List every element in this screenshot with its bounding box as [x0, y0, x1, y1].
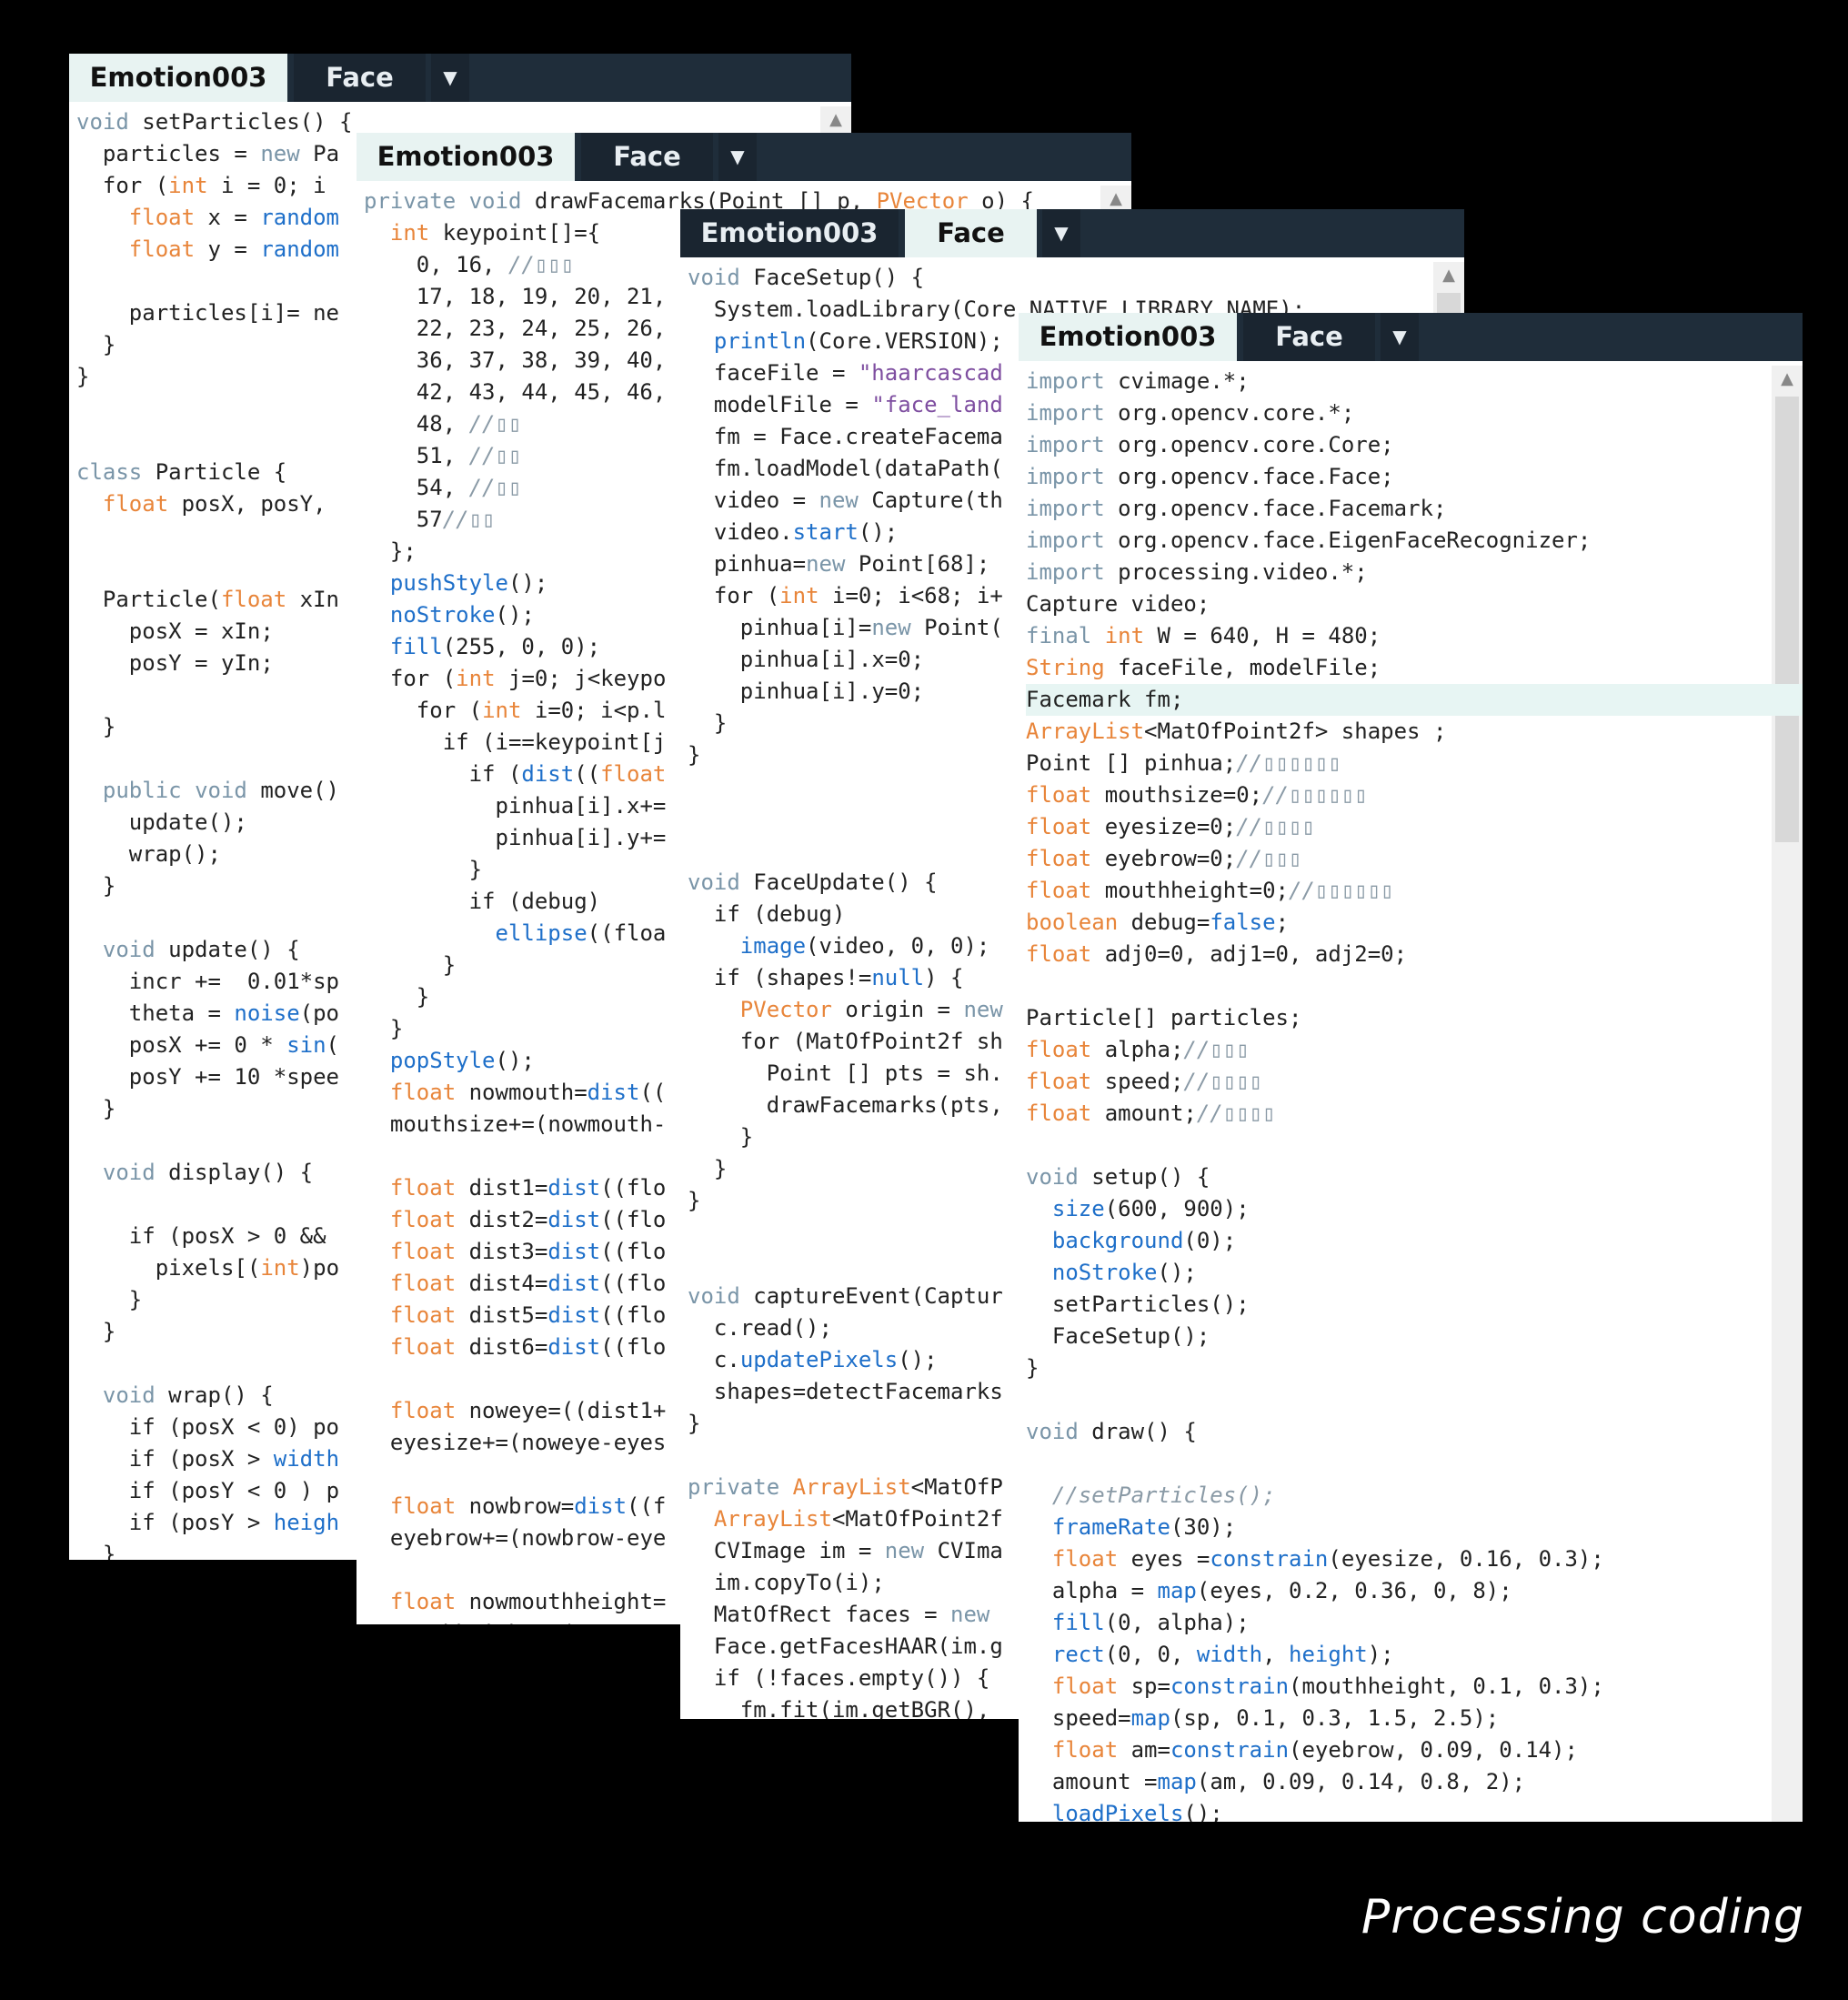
chevron-down-icon[interactable]: ▼: [431, 54, 469, 102]
tab-bar: Emotion003 Face ▼: [69, 54, 851, 102]
tab-bar: Emotion003 Face ▼: [680, 209, 1464, 257]
code-line[interactable]: Facemark fm;: [1026, 684, 1803, 716]
code-line[interactable]: void FaceSetup() {: [688, 262, 1464, 294]
tab-face[interactable]: Face: [1243, 313, 1375, 361]
tab-emotion003[interactable]: Emotion003: [680, 209, 899, 257]
code-line[interactable]: Particle[] particles;: [1026, 1002, 1803, 1034]
tab-face[interactable]: Face: [294, 54, 426, 102]
code-line[interactable]: FaceSetup();: [1026, 1321, 1803, 1352]
code-line[interactable]: import org.opencv.face.Face;: [1026, 461, 1803, 493]
code-line[interactable]: }: [1026, 1352, 1803, 1384]
code-line[interactable]: amount =map(am, 0.09, 0.14, 0.8, 2);: [1026, 1766, 1803, 1798]
tab-bar: Emotion003 Face ▼: [1019, 313, 1803, 361]
code-line[interactable]: float eyes =constrain(eyesize, 0.16, 0.3…: [1026, 1543, 1803, 1575]
code-line[interactable]: import processing.video.*;: [1026, 557, 1803, 588]
code-line[interactable]: import org.opencv.face.Facemark;: [1026, 493, 1803, 525]
code-line[interactable]: import org.opencv.core.*;: [1026, 397, 1803, 429]
code-line[interactable]: size(600, 900);: [1026, 1193, 1803, 1225]
code-line[interactable]: speed=map(sp, 0.1, 0.3, 1.5, 2.5);: [1026, 1703, 1803, 1734]
code-line[interactable]: import cvimage.*;: [1026, 366, 1803, 397]
code-line[interactable]: frameRate(30);: [1026, 1512, 1803, 1543]
tab-bar: Emotion003 Face ▼: [357, 133, 1131, 181]
code-line[interactable]: void draw() {: [1026, 1416, 1803, 1448]
code-line[interactable]: float alpha;//▯▯▯: [1026, 1034, 1803, 1066]
code-line[interactable]: Capture video;: [1026, 588, 1803, 620]
caption: Processing coding: [1361, 1890, 1804, 1945]
code-line[interactable]: Point [] pinhua;//▯▯▯▯▯▯: [1026, 748, 1803, 779]
code-line[interactable]: fill(0, alpha);: [1026, 1607, 1803, 1639]
chevron-down-icon[interactable]: ▼: [1381, 313, 1419, 361]
code-line[interactable]: float mouthheight=0;//▯▯▯▯▯▯: [1026, 875, 1803, 907]
code-line[interactable]: //setParticles();: [1026, 1480, 1803, 1512]
code-line[interactable]: boolean debug=false;: [1026, 907, 1803, 939]
code-line[interactable]: float am=constrain(eyebrow, 0.09, 0.14);: [1026, 1734, 1803, 1766]
code-line[interactable]: float eyesize=0;//▯▯▯▯: [1026, 811, 1803, 843]
code-line[interactable]: [1026, 1130, 1803, 1161]
code-line[interactable]: rect(0, 0, width, height);: [1026, 1639, 1803, 1671]
tab-emotion003[interactable]: Emotion003: [69, 54, 287, 102]
code-line[interactable]: import org.opencv.face.EigenFaceRecogniz…: [1026, 525, 1803, 557]
code-line[interactable]: float adj0=0, adj1=0, adj2=0;: [1026, 939, 1803, 970]
code-line[interactable]: float sp=constrain(mouthheight, 0.1, 0.3…: [1026, 1671, 1803, 1703]
tab-face[interactable]: Face: [581, 133, 713, 181]
code-line[interactable]: noStroke();: [1026, 1257, 1803, 1289]
code-line[interactable]: [1026, 1448, 1803, 1480]
code-line[interactable]: background(0);: [1026, 1225, 1803, 1257]
code-editor[interactable]: import cvimage.*; import org.opencv.core.…: [1026, 366, 1803, 1822]
code-line[interactable]: [1026, 970, 1803, 1002]
code-line[interactable]: float eyebrow=0;//▯▯▯: [1026, 843, 1803, 875]
code-line[interactable]: float amount;//▯▯▯▯: [1026, 1098, 1803, 1130]
code-line[interactable]: String faceFile, modelFile;: [1026, 652, 1803, 684]
code-line[interactable]: loadPixels();: [1026, 1798, 1803, 1822]
code-line[interactable]: alpha = map(eyes, 0.2, 0.36, 0, 8);: [1026, 1575, 1803, 1607]
tab-emotion003[interactable]: Emotion003: [357, 133, 575, 181]
code-line[interactable]: float speed;//▯▯▯▯: [1026, 1066, 1803, 1098]
code-line[interactable]: setParticles();: [1026, 1289, 1803, 1321]
tab-emotion003[interactable]: Emotion003: [1019, 313, 1237, 361]
code-line[interactable]: void setup() {: [1026, 1161, 1803, 1193]
code-line[interactable]: [1026, 1384, 1803, 1416]
code-line[interactable]: import org.opencv.core.Core;: [1026, 429, 1803, 461]
chevron-down-icon[interactable]: ▼: [718, 133, 757, 181]
editor-window-4: Emotion003 Face ▼ ▲ import cvimage.*; imp…: [1019, 313, 1803, 1822]
tab-face[interactable]: Face: [905, 209, 1037, 257]
code-line[interactable]: ArrayList<MatOfPoint2f> shapes ;: [1026, 716, 1803, 748]
code-line[interactable]: float mouthsize=0;//▯▯▯▯▯▯: [1026, 779, 1803, 811]
chevron-down-icon[interactable]: ▼: [1042, 209, 1080, 257]
code-line[interactable]: final int W = 640, H = 480;: [1026, 620, 1803, 652]
